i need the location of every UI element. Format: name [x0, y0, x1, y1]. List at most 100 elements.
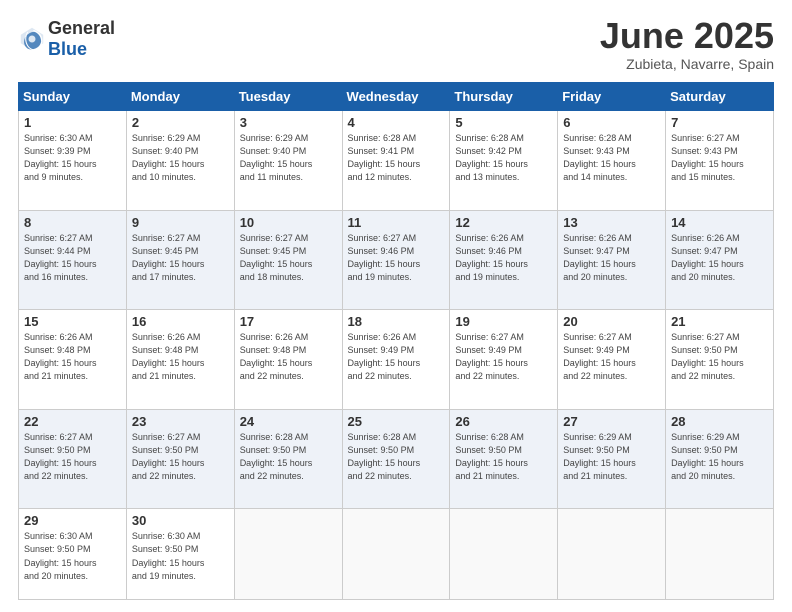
day-info: Sunrise: 6:29 AM Sunset: 9:40 PM Dayligh… — [240, 132, 338, 184]
day-number: 22 — [24, 414, 122, 429]
header: General Blue June 2025 Zubieta, Navarre,… — [18, 18, 774, 72]
day-info: Sunrise: 6:28 AM Sunset: 9:50 PM Dayligh… — [240, 431, 338, 483]
table-row: 20 Sunrise: 6:27 AM Sunset: 9:49 PM Dayli… — [558, 310, 666, 410]
day-number: 19 — [455, 314, 553, 329]
col-monday: Monday — [126, 83, 234, 111]
col-sunday: Sunday — [19, 83, 127, 111]
table-row: 9 Sunrise: 6:27 AM Sunset: 9:45 PM Daylig… — [126, 210, 234, 310]
table-row: 6 Sunrise: 6:28 AM Sunset: 9:43 PM Daylig… — [558, 111, 666, 211]
day-info: Sunrise: 6:26 AM Sunset: 9:49 PM Dayligh… — [348, 331, 446, 383]
day-info: Sunrise: 6:27 AM Sunset: 9:45 PM Dayligh… — [240, 232, 338, 284]
day-number: 6 — [563, 115, 661, 130]
day-info: Sunrise: 6:28 AM Sunset: 9:50 PM Dayligh… — [348, 431, 446, 483]
table-row: 29Sunrise: 6:30 AM Sunset: 9:50 PM Dayli… — [19, 509, 127, 600]
day-info: Sunrise: 6:27 AM Sunset: 9:43 PM Dayligh… — [671, 132, 769, 184]
logo-text: General Blue — [48, 18, 115, 60]
col-thursday: Thursday — [450, 83, 558, 111]
day-info: Sunrise: 6:26 AM Sunset: 9:48 PM Dayligh… — [24, 331, 122, 383]
day-number: 29 — [24, 513, 122, 528]
table-row: 17 Sunrise: 6:26 AM Sunset: 9:48 PM Dayli… — [234, 310, 342, 410]
day-info: Sunrise: 6:26 AM Sunset: 9:48 PM Dayligh… — [240, 331, 338, 383]
table-row: 18 Sunrise: 6:26 AM Sunset: 9:49 PM Dayli… — [342, 310, 450, 410]
day-number: 9 — [132, 215, 230, 230]
day-info: Sunrise: 6:27 AM Sunset: 9:46 PM Dayligh… — [348, 232, 446, 284]
day-number: 17 — [240, 314, 338, 329]
day-number: 10 — [240, 215, 338, 230]
title-block: June 2025 Zubieta, Navarre, Spain — [600, 18, 774, 72]
day-number: 13 — [563, 215, 661, 230]
day-info: Sunrise: 6:26 AM Sunset: 9:47 PM Dayligh… — [671, 232, 769, 284]
day-number: 26 — [455, 414, 553, 429]
day-number: 3 — [240, 115, 338, 130]
day-info: Sunrise: 6:27 AM Sunset: 9:49 PM Dayligh… — [563, 331, 661, 383]
table-row: 8 Sunrise: 6:27 AM Sunset: 9:44 PM Daylig… — [19, 210, 127, 310]
table-row: 4 Sunrise: 6:28 AM Sunset: 9:41 PM Daylig… — [342, 111, 450, 211]
day-number: 8 — [24, 215, 122, 230]
day-info: Sunrise: 6:28 AM Sunset: 9:41 PM Dayligh… — [348, 132, 446, 184]
table-row — [342, 509, 450, 600]
day-number: 24 — [240, 414, 338, 429]
day-number: 15 — [24, 314, 122, 329]
col-friday: Friday — [558, 83, 666, 111]
day-number: 16 — [132, 314, 230, 329]
day-number: 27 — [563, 414, 661, 429]
table-row: 27 Sunrise: 6:29 AM Sunset: 9:50 PM Dayli… — [558, 409, 666, 509]
table-row: 26 Sunrise: 6:28 AM Sunset: 9:50 PM Dayli… — [450, 409, 558, 509]
day-number: 14 — [671, 215, 769, 230]
table-row — [666, 509, 774, 600]
day-info: Sunrise: 6:29 AM Sunset: 9:50 PM Dayligh… — [563, 431, 661, 483]
day-info: Sunrise: 6:28 AM Sunset: 9:43 PM Dayligh… — [563, 132, 661, 184]
table-row — [450, 509, 558, 600]
day-number: 21 — [671, 314, 769, 329]
calendar-week-row: 8 Sunrise: 6:27 AM Sunset: 9:44 PM Daylig… — [19, 210, 774, 310]
table-row: 3 Sunrise: 6:29 AM Sunset: 9:40 PM Daylig… — [234, 111, 342, 211]
col-wednesday: Wednesday — [342, 83, 450, 111]
calendar-week-row: 29 Sunrise: 6:30 AM Sunset: 9:50 PM Dayli… — [19, 509, 774, 600]
day-number: 18 — [348, 314, 446, 329]
col-saturday: Saturday — [666, 83, 774, 111]
table-row: 5Sunrise: 6:28 AM Sunset: 9:42 PM Daylig… — [450, 111, 558, 211]
day-number: 23 — [132, 414, 230, 429]
table-row: 7 Sunrise: 6:27 AM Sunset: 9:43 PM Daylig… — [666, 111, 774, 211]
day-info: Sunrise: 6:30 AM Sunset: 9:50 PM Dayligh… — [132, 530, 230, 582]
page: General Blue June 2025 Zubieta, Navarre,… — [0, 0, 792, 612]
calendar-table: Sunday Monday Tuesday Wednesday Thursday… — [18, 82, 774, 600]
table-row: 22Sunrise: 6:27 AM Sunset: 9:50 PM Dayli… — [19, 409, 127, 509]
day-info: Sunrise: 6:27 AM Sunset: 9:50 PM Dayligh… — [132, 431, 230, 483]
table-row — [558, 509, 666, 600]
day-info: Sunrise: 6:27 AM Sunset: 9:49 PM Dayligh… — [455, 331, 553, 383]
day-number: 7 — [671, 115, 769, 130]
table-row: 1Sunrise: 6:30 AM Sunset: 9:39 PM Daylig… — [19, 111, 127, 211]
table-row: 24 Sunrise: 6:28 AM Sunset: 9:50 PM Dayli… — [234, 409, 342, 509]
general-blue-icon — [18, 25, 46, 53]
calendar-week-row: 1Sunrise: 6:30 AM Sunset: 9:39 PM Daylig… — [19, 111, 774, 211]
day-number: 25 — [348, 414, 446, 429]
table-row: 16 Sunrise: 6:26 AM Sunset: 9:48 PM Dayli… — [126, 310, 234, 410]
table-row: 12Sunrise: 6:26 AM Sunset: 9:46 PM Dayli… — [450, 210, 558, 310]
day-info: Sunrise: 6:26 AM Sunset: 9:48 PM Dayligh… — [132, 331, 230, 383]
day-info: Sunrise: 6:29 AM Sunset: 9:40 PM Dayligh… — [132, 132, 230, 184]
table-row: 13 Sunrise: 6:26 AM Sunset: 9:47 PM Dayli… — [558, 210, 666, 310]
location: Zubieta, Navarre, Spain — [600, 56, 774, 72]
day-number: 20 — [563, 314, 661, 329]
table-row: 11 Sunrise: 6:27 AM Sunset: 9:46 PM Dayli… — [342, 210, 450, 310]
day-info: Sunrise: 6:27 AM Sunset: 9:44 PM Dayligh… — [24, 232, 122, 284]
table-row: 25 Sunrise: 6:28 AM Sunset: 9:50 PM Dayli… — [342, 409, 450, 509]
day-number: 4 — [348, 115, 446, 130]
day-number: 30 — [132, 513, 230, 528]
table-row: 28Sunrise: 6:29 AM Sunset: 9:50 PM Dayli… — [666, 409, 774, 509]
day-info: Sunrise: 6:27 AM Sunset: 9:45 PM Dayligh… — [132, 232, 230, 284]
calendar-header-row: Sunday Monday Tuesday Wednesday Thursday… — [19, 83, 774, 111]
table-row: 14 Sunrise: 6:26 AM Sunset: 9:47 PM Dayli… — [666, 210, 774, 310]
day-number: 2 — [132, 115, 230, 130]
day-info: Sunrise: 6:28 AM Sunset: 9:50 PM Dayligh… — [455, 431, 553, 483]
table-row: 23 Sunrise: 6:27 AM Sunset: 9:50 PM Dayli… — [126, 409, 234, 509]
table-row: 10 Sunrise: 6:27 AM Sunset: 9:45 PM Dayli… — [234, 210, 342, 310]
logo: General Blue — [18, 18, 115, 60]
table-row: 19 Sunrise: 6:27 AM Sunset: 9:49 PM Dayli… — [450, 310, 558, 410]
calendar-week-row: 22 Sunrise: 6:27 AM Sunset: 9:50 PM Dayli… — [19, 409, 774, 509]
table-row: 30 Sunrise: 6:30 AM Sunset: 9:50 PM Dayli… — [126, 509, 234, 600]
day-info: Sunrise: 6:26 AM Sunset: 9:47 PM Dayligh… — [563, 232, 661, 284]
day-number: 11 — [348, 215, 446, 230]
day-info: Sunrise: 6:29 AM Sunset: 9:50 PM Dayligh… — [671, 431, 769, 483]
